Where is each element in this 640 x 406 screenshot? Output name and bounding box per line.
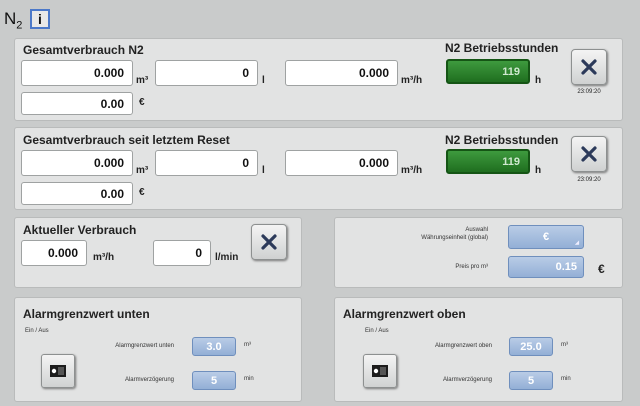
- alarm-high-delay-unit: min: [561, 376, 571, 382]
- reset-x-icon: [261, 234, 277, 250]
- since-reset-hours-title: N2 Betriebsstunden: [445, 133, 559, 147]
- current-flow-field: 0.000: [21, 240, 87, 266]
- total-cost-field: 0.00: [21, 92, 133, 115]
- alarm-low-switch-label: Ein / Aus: [25, 328, 49, 334]
- since-reset-hours-unit: h: [535, 165, 542, 176]
- price-label: Preis pro m³: [455, 264, 488, 270]
- since-reset-panel: Gesamtverbrauch seit letztem Reset N2 Be…: [14, 127, 623, 210]
- since-reset-flow-unit: m³/h: [401, 165, 423, 176]
- alarm-low-limit-label: Alarmgrenzwert unten: [115, 343, 174, 349]
- chevron-down-icon: ◢: [575, 240, 579, 246]
- price-unit: €: [598, 262, 605, 276]
- since-reset-m3-unit: m³: [136, 165, 149, 176]
- currency-selected: €: [542, 231, 550, 243]
- since-reset-hours-display: 119: [446, 149, 530, 174]
- alarm-high-switch-label: Ein / Aus: [365, 328, 389, 334]
- alarm-high-limit-field[interactable]: 25.0: [509, 337, 553, 356]
- total-reset-time: 23:09:20: [577, 89, 601, 95]
- since-reset-l-unit: l: [262, 165, 265, 176]
- alarm-high-delay-label: Alarmverzögerung: [442, 377, 492, 383]
- currency-select-label-1: Auswahl: [465, 227, 488, 233]
- alarm-high-toggle[interactable]: [363, 354, 397, 388]
- page-title: N2: [4, 9, 22, 31]
- total-m3-field: 0.000: [21, 60, 133, 86]
- page-title-text: N: [4, 9, 17, 28]
- currency-select[interactable]: € ◢: [508, 225, 584, 249]
- total-m3-unit: m³: [136, 75, 149, 86]
- current-lmin-unit: l/min: [215, 252, 239, 263]
- total-hours-unit: h: [535, 75, 542, 86]
- alarm-high-limit-unit: m³: [561, 342, 568, 348]
- info-button[interactable]: i: [30, 9, 50, 29]
- alarm-low-delay-field[interactable]: 5: [192, 371, 236, 390]
- reset-x-icon: [581, 59, 597, 75]
- total-flow-unit: m³/h: [401, 75, 423, 86]
- alarm-low-panel: Alarmgrenzwert unten Ein / Aus Alarmgren…: [14, 297, 302, 402]
- total-l-field: 0: [155, 60, 258, 86]
- total-title: Gesamtverbrauch N2: [23, 43, 144, 57]
- total-flow-field: 0.000: [285, 60, 398, 86]
- page-title-sub: 2: [16, 19, 23, 32]
- total-hours-title: N2 Betriebsstunden: [445, 41, 559, 55]
- since-reset-l-field: 0: [155, 150, 258, 176]
- info-icon: i: [38, 11, 42, 27]
- reset-x-icon: [581, 146, 597, 162]
- alarm-high-title: Alarmgrenzwert oben: [343, 307, 466, 321]
- alarm-low-delay-label: Alarmverzögerung: [124, 377, 174, 383]
- currency-select-label-2: Währungseinheit (global): [421, 235, 488, 241]
- toggle-switch-icon: [50, 365, 66, 377]
- total-reset-button[interactable]: [571, 49, 607, 85]
- total-cost-unit: €: [139, 97, 145, 108]
- current-reset-button[interactable]: [251, 224, 287, 260]
- since-reset-cost-unit: €: [139, 187, 145, 198]
- currency-panel: Auswahl Währungseinheit (global) € ◢ Pre…: [334, 217, 623, 288]
- alarm-low-delay-unit: min: [244, 376, 254, 382]
- total-consumption-panel: Gesamtverbrauch N2 N2 Betriebsstunden 0.…: [14, 38, 623, 121]
- price-field[interactable]: 0.15: [508, 256, 584, 278]
- alarm-low-toggle[interactable]: [41, 354, 75, 388]
- since-reset-m3-field: 0.000: [21, 150, 133, 176]
- current-flow-unit: m³/h: [93, 252, 115, 263]
- total-hours-display: 119: [446, 59, 530, 84]
- alarm-low-title: Alarmgrenzwert unten: [23, 307, 150, 321]
- alarm-low-limit-unit: m³: [244, 342, 251, 348]
- current-title: Aktueller Verbrauch: [23, 223, 137, 237]
- current-consumption-panel: Aktueller Verbrauch 0.000 m³/h 0 l/min: [14, 217, 302, 288]
- toggle-switch-icon: [372, 365, 388, 377]
- alarm-high-delay-field[interactable]: 5: [509, 371, 553, 390]
- since-reset-flow-field: 0.000: [285, 150, 398, 176]
- alarm-high-panel: Alarmgrenzwert oben Ein / Aus Alarmgrenz…: [334, 297, 623, 402]
- alarm-low-limit-field[interactable]: 3.0: [192, 337, 236, 356]
- total-l-unit: l: [262, 75, 265, 86]
- since-reset-reset-button[interactable]: [571, 136, 607, 172]
- since-reset-title: Gesamtverbrauch seit letztem Reset: [23, 133, 230, 147]
- current-lmin-field: 0: [153, 240, 211, 266]
- since-reset-cost-field: 0.00: [21, 182, 133, 205]
- since-reset-reset-time: 23:09:20: [577, 177, 601, 183]
- alarm-high-limit-label: Alarmgrenzwert oben: [434, 343, 492, 349]
